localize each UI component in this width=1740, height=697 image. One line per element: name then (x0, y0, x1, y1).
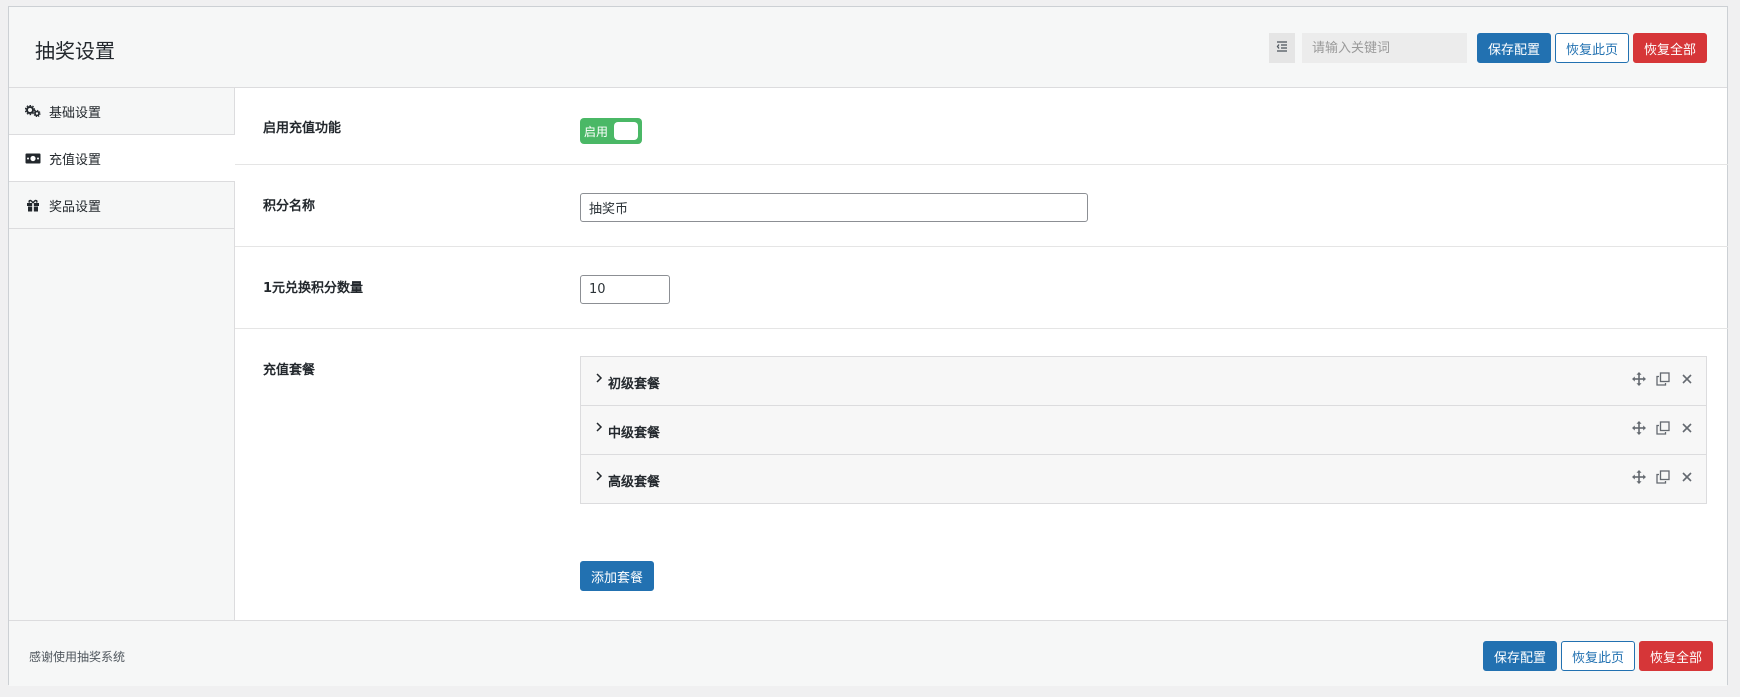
save-button[interactable]: 保存配置 (1476, 33, 1551, 63)
page-title: 抽奖设置 (35, 39, 115, 63)
sidebar-item-label: 基础设置 (49, 105, 102, 121)
move-icon[interactable] (1632, 421, 1646, 435)
move-icon[interactable] (1632, 372, 1646, 386)
footer-save-button[interactable]: 保存配置 (1482, 641, 1557, 671)
toggle-knob (614, 122, 638, 140)
copy-icon[interactable] (1656, 470, 1670, 484)
reset-page-button[interactable]: 恢复此页 (1554, 33, 1629, 63)
copy-icon[interactable] (1656, 421, 1670, 435)
settings-panel: 抽奖设置 保存配置 恢复此页 恢复全部 基础设置 充值设置 (8, 6, 1728, 686)
enable-recharge-toggle[interactable]: 启用 (580, 118, 642, 144)
close-icon[interactable] (1680, 372, 1694, 386)
chevron-right-icon[interactable] (595, 421, 603, 437)
points-name-input[interactable] (580, 193, 1088, 222)
expand-all-button[interactable] (1268, 33, 1295, 63)
gears-icon (23, 104, 43, 118)
package-title: 中级套餐 (608, 426, 661, 441)
header-toolbar: 保存配置 恢复此页 恢复全部 (1268, 33, 1707, 63)
package-actions (1632, 421, 1694, 435)
footer-reset-all-button[interactable]: 恢复全部 (1638, 641, 1713, 671)
package-group[interactable]: 高级套餐 (580, 454, 1707, 504)
reset-all-button[interactable]: 恢复全部 (1632, 33, 1707, 63)
sidebar-item-label: 充值设置 (49, 152, 102, 168)
sidebar-item-label: 奖品设置 (49, 199, 102, 215)
field-label: 积分名称 (263, 199, 316, 214)
package-actions (1632, 470, 1694, 484)
field-exchange-rate: 1元兑换积分数量 (235, 247, 1728, 329)
exchange-rate-input[interactable] (580, 275, 670, 304)
field-label: 启用充值功能 (263, 121, 342, 136)
indent-icon (1276, 40, 1288, 56)
close-icon[interactable] (1680, 470, 1694, 484)
footer: 感谢使用抽奖系统 保存配置 恢复此页 恢复全部 (9, 620, 1727, 686)
gift-icon (23, 198, 43, 212)
field-enable-recharge: 启用充值功能 启用 (235, 88, 1728, 165)
toggle-label: 启用 (584, 124, 609, 139)
field-points-name: 积分名称 (235, 165, 1728, 247)
chevron-right-icon[interactable] (595, 372, 603, 388)
money-icon (23, 151, 43, 165)
package-group[interactable]: 中级套餐 (580, 405, 1707, 455)
close-icon[interactable] (1680, 421, 1694, 435)
search-input[interactable] (1301, 33, 1467, 63)
footer-toolbar: 保存配置 恢复此页 恢复全部 (1482, 641, 1713, 671)
sidebar: 基础设置 充值设置 奖品设置 (9, 88, 235, 620)
chevron-right-icon[interactable] (595, 470, 603, 486)
sidebar-item-prizes[interactable]: 奖品设置 (9, 182, 234, 229)
package-title: 高级套餐 (608, 475, 661, 490)
sidebar-item-recharge[interactable]: 充值设置 (9, 135, 235, 182)
sidebar-item-basic[interactable]: 基础设置 (9, 88, 234, 135)
add-package-button[interactable]: 添加套餐 (580, 561, 655, 591)
package-actions (1632, 372, 1694, 386)
settings-content: 启用充值功能 启用 积分名称 1元兑换积分数量 充值套餐 初级套餐 (235, 88, 1728, 620)
field-label: 充值套餐 (263, 363, 316, 378)
footer-text: 感谢使用抽奖系统 (29, 650, 126, 664)
footer-reset-page-button[interactable]: 恢复此页 (1560, 641, 1635, 671)
package-group[interactable]: 初级套餐 (580, 356, 1707, 406)
copy-icon[interactable] (1656, 372, 1670, 386)
move-icon[interactable] (1632, 470, 1646, 484)
package-title: 初级套餐 (608, 377, 661, 392)
field-label: 1元兑换积分数量 (263, 281, 364, 296)
header: 抽奖设置 保存配置 恢复此页 恢复全部 (9, 7, 1727, 88)
